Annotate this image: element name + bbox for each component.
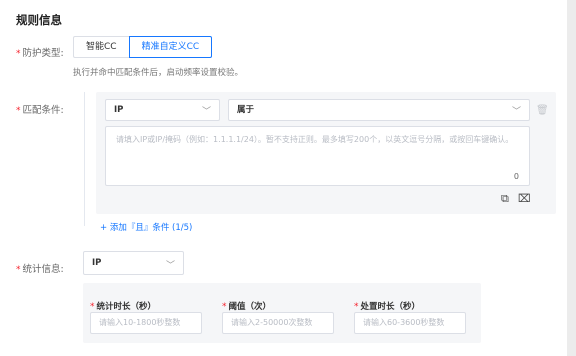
char-count: 0: [513, 172, 519, 181]
match-operator-select[interactable]: 属于 ﹀: [228, 99, 530, 121]
required-mark: *: [16, 265, 21, 275]
threshold-label: 阈值（次）: [228, 302, 272, 312]
block-duration-input[interactable]: 请输入60-3600秒整数: [354, 312, 466, 334]
stats-label-row: * 统计信息:: [16, 257, 64, 276]
protection-type-toggle: 智能CC 精准自定义CC: [73, 36, 213, 58]
option-smart-cc[interactable]: 智能CC: [73, 36, 129, 58]
ip-list-textarea[interactable]: 请填入IP或IP/掩码（例如：1.1.1.1/24）。暂不支持正则。最多填写20…: [105, 126, 530, 186]
required-mark: *: [90, 302, 95, 312]
copy-icon[interactable]: ⧉: [501, 192, 509, 206]
section-title: 规则信息: [16, 13, 62, 27]
required-mark: *: [222, 302, 227, 312]
required-mark: *: [354, 302, 359, 312]
textarea-placeholder: 请填入IP或IP/掩码（例如：1.1.1.1/24）。暂不支持正则。最多填写20…: [116, 135, 514, 144]
chevron-down-icon: ﹀: [511, 107, 521, 117]
match-condition-label-row: * 匹配条件:: [16, 98, 64, 117]
match-field-value: IP: [114, 105, 124, 115]
required-mark: *: [16, 106, 21, 116]
clear-icon[interactable]: ⌧: [518, 192, 531, 205]
stat-duration-input[interactable]: 请输入10-1800秒整数: [90, 312, 202, 334]
stats-key-select[interactable]: IP ﹀: [83, 251, 184, 275]
threshold-input[interactable]: 请输入2-50000次整数: [222, 312, 334, 334]
option-custom-cc[interactable]: 精准自定义CC: [128, 36, 213, 58]
scrollbar[interactable]: [567, 0, 576, 356]
stats-label: 统计信息:: [22, 264, 64, 275]
protection-type-label-row: * 防护类型:: [16, 41, 64, 60]
protection-hint: 执行并命中匹配条件后，启动频率设置校验。: [73, 68, 244, 78]
required-mark: *: [16, 49, 21, 59]
match-operator-value: 属于: [237, 105, 255, 115]
block-duration-label: 处置时长（秒）: [360, 302, 421, 312]
block-duration-label-row: * 处置时长（秒）: [354, 294, 420, 313]
match-field-select[interactable]: IP ﹀: [105, 99, 220, 121]
trash-icon[interactable]: 🗑: [536, 105, 549, 116]
chevron-down-icon: ﹀: [165, 261, 175, 271]
condition-divider: [84, 92, 85, 226]
stats-key-value: IP: [92, 258, 102, 268]
threshold-label-row: * 阈值（次）: [222, 294, 271, 313]
match-condition-label: 匹配条件:: [22, 105, 64, 116]
stat-duration-label-row: * 统计时长（秒）: [90, 294, 156, 313]
chevron-down-icon: ﹀: [201, 107, 211, 117]
add-condition-link[interactable]: + 添加『且』条件 (1/5): [100, 221, 192, 233]
protection-type-label: 防护类型:: [22, 48, 64, 59]
stat-duration-label: 统计时长（秒）: [96, 302, 157, 312]
